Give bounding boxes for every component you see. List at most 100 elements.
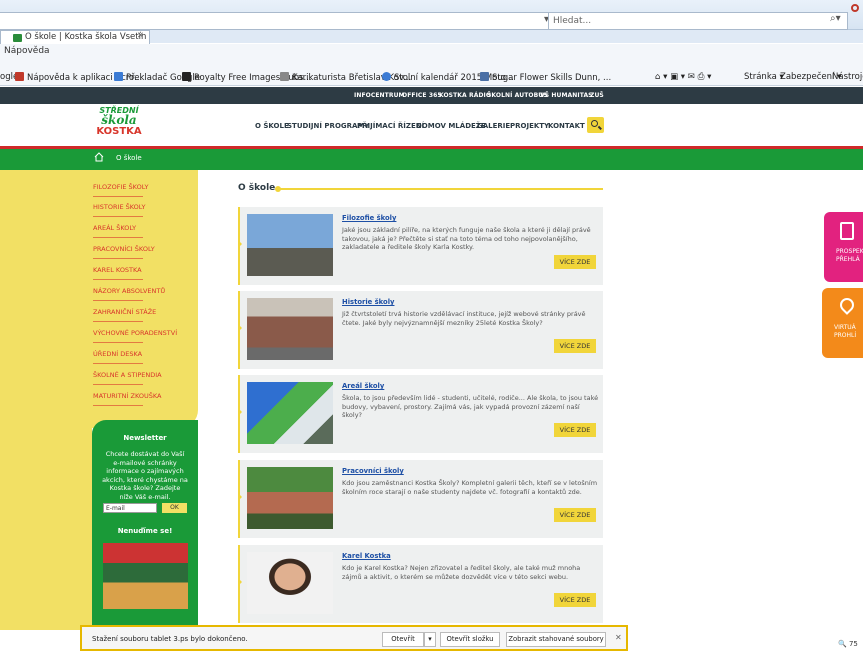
card-title[interactable]: Filozofie školy xyxy=(342,214,396,222)
divider xyxy=(93,405,143,406)
close-tab-icon[interactable]: ✕ xyxy=(137,31,144,41)
card-image[interactable] xyxy=(247,467,333,529)
divider xyxy=(93,321,143,322)
sidebar-item[interactable]: KAREL KOSTKA xyxy=(93,266,142,274)
sidebar-item[interactable]: ZAHRANIČNÍ STÁŽE xyxy=(93,308,156,316)
card-image[interactable] xyxy=(247,214,333,276)
sidebar-item[interactable]: HISTORIE ŠKOLY xyxy=(93,203,146,211)
content-card: Pracovníci školy Kdo jsou zaměstnanci Ko… xyxy=(238,460,603,538)
divider xyxy=(0,146,863,149)
virtual-tour-promo[interactable]: VIRTUÁ PROHLÍ xyxy=(822,288,863,358)
sidebar-fill xyxy=(0,420,92,630)
site-favicon-icon xyxy=(13,34,22,42)
gallery-heading: Nenuďíme se! xyxy=(117,527,173,535)
close-icon[interactable]: ✕ xyxy=(615,633,622,642)
sidebar-item[interactable]: ÚŘEDNÍ DESKA xyxy=(93,350,142,358)
search-icon xyxy=(591,120,598,127)
card-image[interactable] xyxy=(247,298,333,360)
card-text: Kdo je Karel Kostka? Nejen zřizovatel a … xyxy=(342,564,581,581)
card-title[interactable]: Historie školy xyxy=(342,298,394,306)
favorite-link[interactable]: Sugar Flower Skills Dunn, ... xyxy=(480,72,611,83)
open-button[interactable]: Otevřít xyxy=(382,632,424,647)
card-title[interactable]: Pracovníci školy xyxy=(342,467,404,475)
topbar-link[interactable]: INFOCENTRUM xyxy=(354,92,405,99)
card-image[interactable] xyxy=(247,552,333,614)
ie-icon xyxy=(382,72,391,81)
nav-item[interactable]: KONTAKT xyxy=(548,122,585,130)
nav-item[interactable]: PROJEKTY xyxy=(510,122,549,130)
divider xyxy=(93,258,143,259)
card-title[interactable]: Areál školy xyxy=(342,382,384,390)
divider xyxy=(93,196,143,197)
card-arrow-icon xyxy=(238,408,242,416)
gallery-photo[interactable] xyxy=(103,543,188,609)
page-menu[interactable]: Stránka ▾ xyxy=(744,72,784,82)
more-button[interactable]: VÍCE ZDE xyxy=(554,508,596,522)
site-search-button[interactable] xyxy=(587,117,604,133)
sidebar-item[interactable]: MATURITNÍ ZKOUŠKA xyxy=(93,392,161,400)
topbar-link[interactable]: KOSTKA RÁDIO xyxy=(439,92,491,99)
open-dropdown-icon[interactable]: ▾ xyxy=(424,632,436,647)
sidebar-item[interactable]: AREÁL ŠKOLY xyxy=(93,224,136,232)
location-pin-icon xyxy=(837,295,857,315)
sidebar-item[interactable]: NÁZORY ABSOLVENTŮ xyxy=(93,287,165,295)
card-title[interactable]: Karel Kostka xyxy=(342,552,391,560)
menu-bar: Nápověda xyxy=(0,44,863,62)
more-button[interactable]: VÍCE ZDE xyxy=(554,339,596,353)
sidebar-item[interactable]: ŠKOLNÉ A STIPENDIA xyxy=(93,371,162,379)
nav-item[interactable]: DOMOV MLÁDEŽE xyxy=(416,122,486,130)
card-arrow-icon xyxy=(238,578,242,586)
acrobat-icon xyxy=(15,72,24,81)
sidebar-item[interactable]: PRACOVNÍCI ŠKOLY xyxy=(93,245,155,253)
divider xyxy=(93,342,143,343)
page-icon xyxy=(280,72,289,81)
card-text: Kdo jsou zaměstnanci Kostka Školy? Kompl… xyxy=(342,479,598,496)
show-downloads-button[interactable]: Zobrazit stahované soubory xyxy=(506,632,606,647)
tools-menu[interactable]: Nástroje xyxy=(832,72,863,82)
content-card: Historie školy Již čtvrtstoletí trvá his… xyxy=(238,291,603,369)
open-folder-button[interactable]: Otevřít složku xyxy=(440,632,500,647)
search-icon[interactable]: ⌕▾ xyxy=(830,13,841,24)
content-card: Filozofie školy Jaké jsou základní pilíř… xyxy=(238,207,603,285)
newsletter-text: Chcete dostávat do Vaší e-mailové schrán… xyxy=(102,450,188,501)
nav-item[interactable]: PŘIJÍMACÍ ŘÍZENÍ xyxy=(357,122,424,130)
google-translate-icon xyxy=(114,72,123,81)
divider xyxy=(93,300,143,301)
close-window-icon[interactable] xyxy=(851,4,859,12)
card-text: Jaké jsou základní pilíře, na kterých fu… xyxy=(342,226,591,251)
card-text: Již čtvrtstoletí trvá historie vzdělávac… xyxy=(342,310,586,327)
topbar-link[interactable]: ZUŠ xyxy=(590,92,604,99)
address-bar[interactable] xyxy=(0,12,578,30)
more-button[interactable]: VÍCE ZDE xyxy=(554,423,596,437)
browser-search-input[interactable]: Hledat... xyxy=(548,12,848,30)
zoom-level[interactable]: 🔍 75 xyxy=(838,640,858,648)
more-button[interactable]: VÍCE ZDE xyxy=(554,255,596,269)
home-toolbar-icon[interactable]: ⌂ ▾ ▣ ▾ ✉ ⎙ ▾ xyxy=(655,72,711,82)
title-underline xyxy=(277,188,603,190)
card-text: Škola, to jsou především lidé - studenti… xyxy=(342,394,599,419)
page-title: O škole xyxy=(238,183,276,193)
newsletter-email-field[interactable]: E-mail xyxy=(103,503,157,513)
favorites-bar: ogle Nápověda k aplikaci Acro... Překlad… xyxy=(0,62,863,86)
nav-item[interactable]: O ŠKOLE xyxy=(255,122,289,130)
topbar-link[interactable]: ŠKOLNÍ AUTOBUS xyxy=(487,92,548,99)
topbar-link[interactable]: VŠ HUMANITAS xyxy=(540,92,593,99)
sidebar-item[interactable]: VÝCHOVNÉ PORADENSTVÍ xyxy=(93,329,177,337)
card-arrow-icon xyxy=(238,493,242,501)
nav-item[interactable]: GALERIE xyxy=(477,122,510,130)
card-image[interactable] xyxy=(247,382,333,444)
school-logo[interactable]: STŘEDNÍ škola KOSTKA xyxy=(92,106,146,144)
divider xyxy=(93,237,143,238)
browser-tab[interactable]: O škole | Kostka škola Vsetín ✕ xyxy=(0,30,150,44)
content-card: Karel Kostka Kdo je Karel Kostka? Nejen … xyxy=(238,545,603,623)
content-card: Areál školy Škola, to jsou především lid… xyxy=(238,375,603,453)
prospect-promo[interactable]: PROSPEKT PŘEHLÁ xyxy=(824,212,863,282)
sidebar-item[interactable]: FILOZOFIE ŠKOLY xyxy=(93,183,148,191)
more-button[interactable]: VÍCE ZDE xyxy=(554,593,596,607)
divider xyxy=(93,384,143,385)
newsletter-ok-button[interactable]: OK xyxy=(162,503,187,513)
home-icon[interactable] xyxy=(94,152,104,162)
page-icon xyxy=(480,72,489,81)
topbar-link[interactable]: OFFICE 365 xyxy=(402,92,442,99)
menu-help[interactable]: Nápověda xyxy=(4,46,50,56)
